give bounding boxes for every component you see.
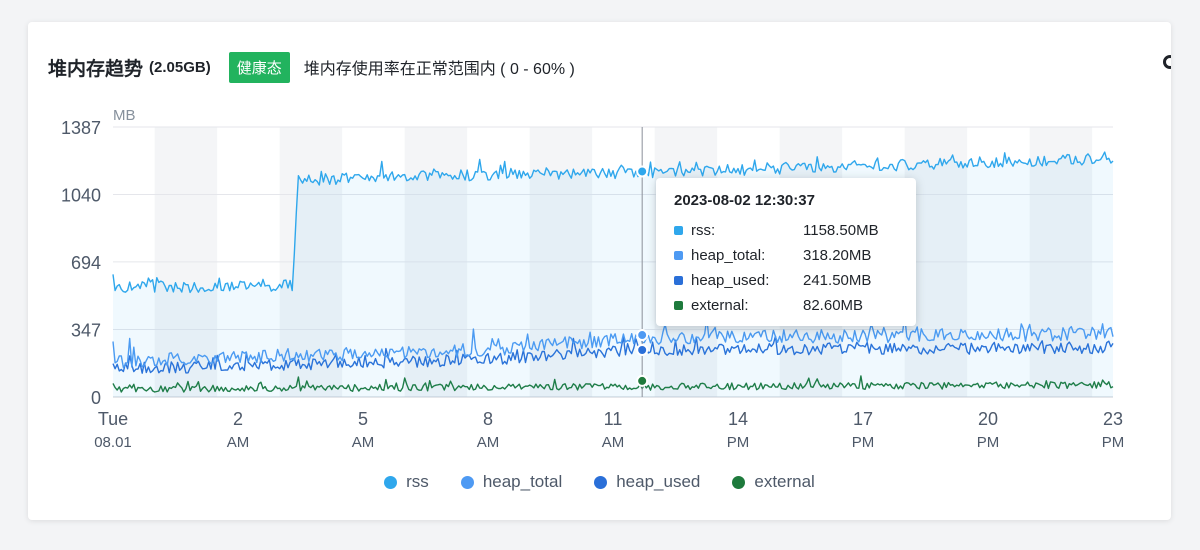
tooltip-series-name: rss: bbox=[691, 221, 716, 239]
heap-trend-chart[interactable]: 0 347 694 1040 1387 MB Tue 08.01 2 AM 5 AM 8 AM 11 AM 14… bbox=[28, 22, 1171, 462]
tooltip-swatch bbox=[674, 250, 683, 260]
tooltip-marker-rss bbox=[636, 165, 649, 178]
chart-tooltip: 2023-08-02 12:30:37 rss: 1158.50MB heap_to… bbox=[656, 178, 916, 326]
chart-legend: rss heap_total heap_used external bbox=[28, 472, 1171, 492]
x-tick-label: 23 bbox=[1103, 409, 1123, 429]
x-tick-label: 2 bbox=[233, 409, 243, 429]
y-axis-unit: MB bbox=[113, 107, 136, 124]
tooltip-series-value: 318.20MB bbox=[803, 246, 872, 264]
legend-item-heap_used[interactable]: heap_used bbox=[594, 472, 700, 492]
tooltip-series-name: heap_used: bbox=[691, 271, 770, 289]
tooltip-series-value: 1158.50MB bbox=[803, 221, 879, 239]
legend-dot-icon bbox=[384, 475, 398, 489]
x-tick-label: 14 bbox=[728, 409, 748, 429]
series-area-rss bbox=[113, 152, 1113, 397]
legend-item-rss[interactable]: rss bbox=[384, 472, 429, 492]
x-tick-sublabel: AM bbox=[477, 434, 500, 451]
legend-label: external bbox=[754, 472, 815, 491]
tooltip-row-rss: rss: 1158.50MB bbox=[674, 220, 904, 240]
x-tick-label: 20 bbox=[978, 409, 998, 429]
tooltip-swatch bbox=[674, 275, 683, 285]
legend-label: heap_used bbox=[616, 472, 701, 491]
x-tick-sublabel: PM bbox=[1102, 434, 1125, 451]
tooltip-marker-heap_total bbox=[636, 329, 649, 342]
tooltip-timestamp: 2023-08-02 12:30:37 bbox=[674, 192, 815, 209]
tooltip-row-heap_total: heap_total: 318.20MB bbox=[674, 245, 904, 265]
tooltip-row-external: external: 82.60MB bbox=[674, 295, 904, 315]
x-tick-sublabel: AM bbox=[352, 434, 375, 451]
y-tick-label: 1040 bbox=[61, 186, 101, 206]
tooltip-series-name: external: bbox=[691, 296, 749, 314]
x-tick-sublabel: PM bbox=[977, 434, 1000, 451]
x-tick-label: Tue bbox=[98, 409, 128, 429]
x-tick-sublabel: 08.01 bbox=[94, 434, 132, 451]
x-tick-sublabel: AM bbox=[602, 434, 625, 451]
y-tick-label: 0 bbox=[91, 388, 101, 408]
x-tick-sublabel: PM bbox=[727, 434, 750, 451]
x-tick-sublabel: PM bbox=[852, 434, 875, 451]
tooltip-swatch bbox=[674, 300, 683, 310]
y-tick-label: 1387 bbox=[61, 118, 101, 138]
legend-label: heap_total bbox=[482, 472, 563, 491]
tooltip-series-name: heap_total: bbox=[691, 246, 766, 264]
legend-dot-icon bbox=[594, 475, 608, 489]
tooltip-series-value: 241.50MB bbox=[803, 271, 872, 289]
legend-dot-icon bbox=[460, 475, 474, 489]
heap-memory-card: 堆内存趋势 (2.05GB) 健康态 堆内存使用率在正常范围内 ( 0 - 60… bbox=[28, 22, 1171, 520]
x-tick-sublabel: AM bbox=[227, 434, 250, 451]
x-tick-label: 5 bbox=[358, 409, 368, 429]
y-tick-label: 694 bbox=[71, 253, 101, 273]
legend-item-heap_total[interactable]: heap_total bbox=[460, 472, 563, 492]
legend-label: rss bbox=[406, 472, 429, 491]
tooltip-marker-heap_used bbox=[636, 343, 649, 356]
legend-item-external[interactable]: external bbox=[732, 472, 815, 492]
tooltip-series-value: 82.60MB bbox=[803, 296, 864, 314]
x-tick-label: 11 bbox=[604, 409, 623, 429]
x-tick-label: 8 bbox=[483, 409, 493, 429]
tooltip-row-heap_used: heap_used: 241.50MB bbox=[674, 270, 904, 290]
tooltip-marker-external bbox=[636, 374, 649, 387]
tooltip-swatch bbox=[674, 225, 683, 235]
x-tick-label: 17 bbox=[853, 409, 873, 429]
legend-dot-icon bbox=[732, 475, 746, 489]
y-tick-label: 347 bbox=[71, 320, 101, 340]
